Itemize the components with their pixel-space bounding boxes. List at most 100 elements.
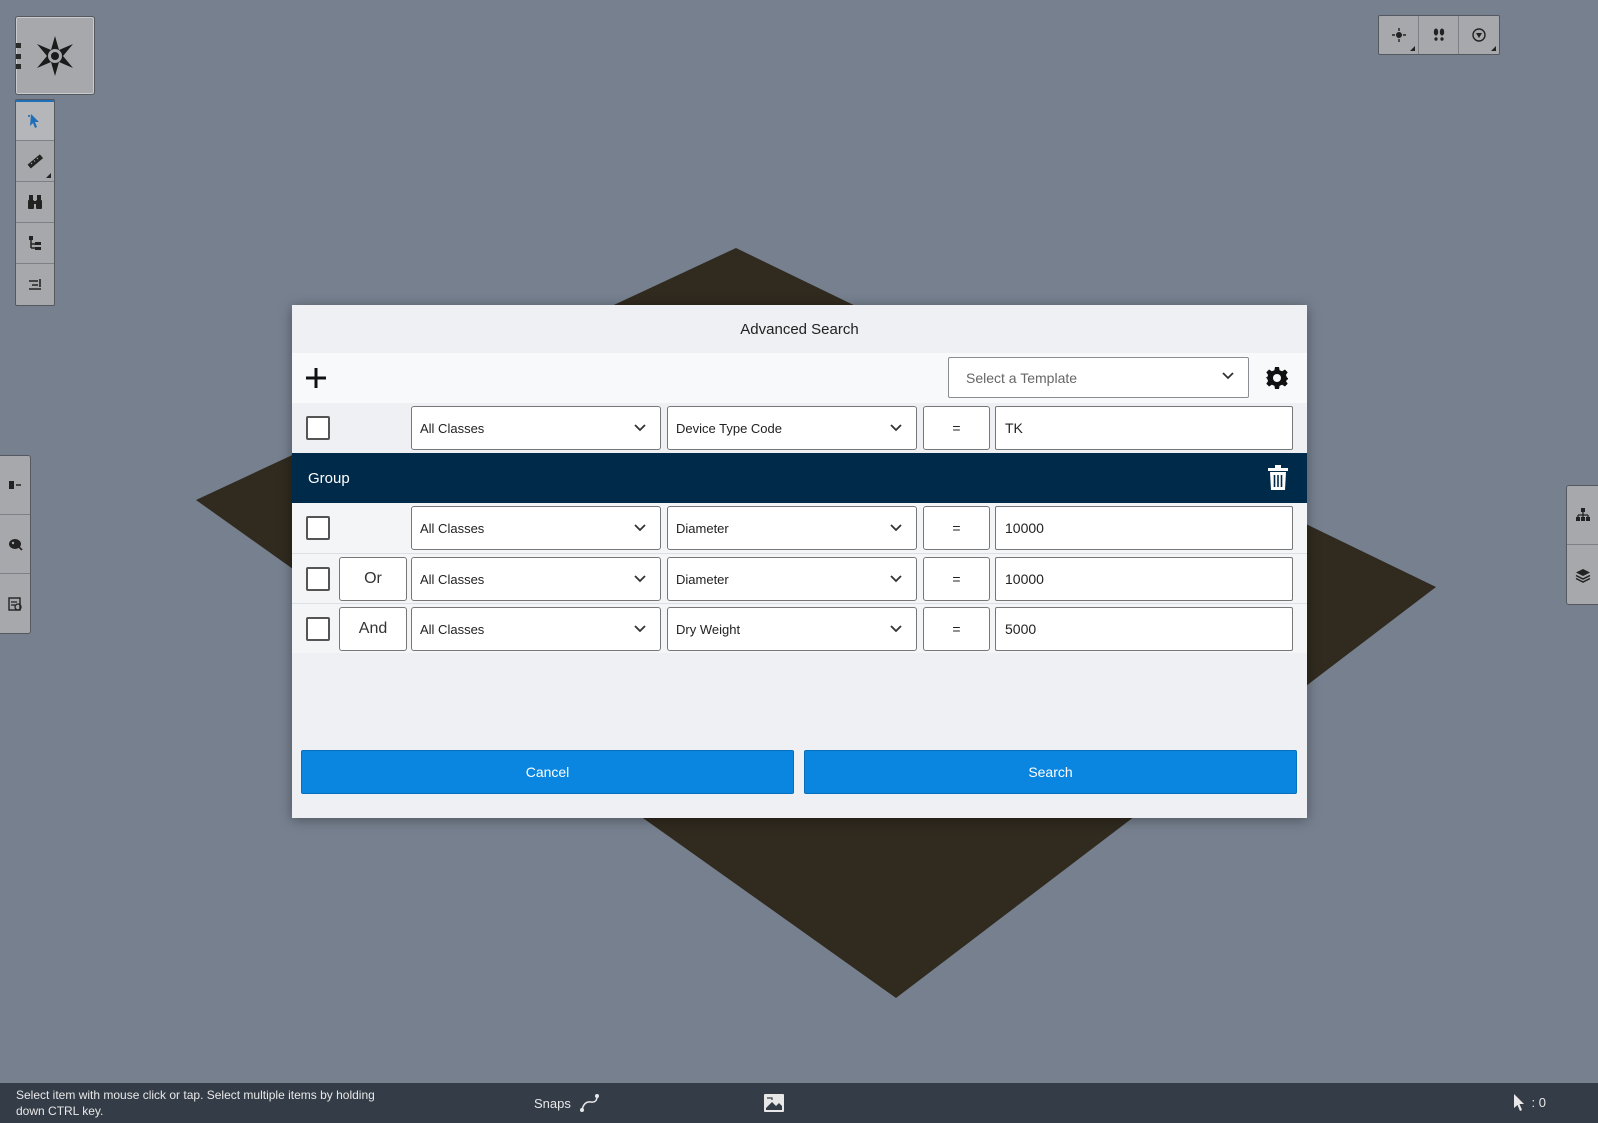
chevron-down-icon	[634, 575, 646, 583]
navigation-toolbar	[1378, 15, 1500, 55]
class-select[interactable]: All Classes	[411, 506, 661, 550]
plus-icon	[306, 368, 326, 388]
dialog-toolbar: Select a Template	[292, 353, 1307, 403]
logic-operator-button[interactable]: Or	[339, 557, 407, 601]
class-select-value: All Classes	[420, 520, 485, 536]
pan-button[interactable]	[1379, 16, 1419, 54]
search-button[interactable]: Search	[804, 750, 1297, 794]
operator-select[interactable]: =	[923, 557, 990, 601]
layers-tab[interactable]	[1567, 545, 1598, 604]
group-label: Group	[308, 469, 350, 487]
view-image-icon[interactable]	[763, 1093, 785, 1113]
group-condition-row: Or All Classes Diameter = 10000	[292, 553, 1307, 603]
main-menu-button[interactable]	[15, 16, 95, 95]
grip-handle	[16, 43, 21, 69]
row-checkbox[interactable]	[306, 567, 330, 591]
left-panel-tabs	[0, 455, 31, 634]
logic-operator-button[interactable]: And	[339, 607, 407, 651]
cursor-arrow-icon	[1513, 1094, 1524, 1111]
class-select-value: All Classes	[420, 621, 485, 637]
gear-icon	[1266, 367, 1288, 389]
orbit-button[interactable]	[1459, 16, 1499, 54]
class-select[interactable]: All Classes	[411, 557, 661, 601]
value-input[interactable]: 10000	[995, 557, 1293, 601]
class-select[interactable]: All Classes	[411, 406, 661, 450]
hierarchy-filter-icon	[29, 236, 41, 250]
left-tool-bar	[15, 99, 55, 306]
chevron-down-icon	[890, 424, 902, 432]
compass-logo-icon	[37, 35, 73, 76]
properties-tab[interactable]	[0, 574, 30, 633]
status-message: Select item with mouse click or tap. Sel…	[16, 1088, 375, 1118]
chevron-down-icon	[890, 625, 902, 633]
dialog-footer: Cancel Search	[292, 750, 1307, 818]
chevron-down-icon	[890, 524, 902, 532]
chevron-down-icon	[634, 625, 646, 633]
row-checkbox[interactable]	[306, 617, 330, 641]
walk-footprints-icon	[1433, 28, 1444, 41]
row-checkbox[interactable]	[306, 416, 330, 440]
row-checkbox[interactable]	[306, 516, 330, 540]
property-select[interactable]: Diameter	[667, 506, 917, 550]
status-bar: Select item with mouse click or tap. Sel…	[0, 1083, 1598, 1123]
panel-toggle-tab[interactable]	[0, 456, 30, 515]
group-header: Group	[292, 453, 1307, 503]
snaps-toggle[interactable]: Snaps	[534, 1093, 601, 1113]
property-select-value: Dry Weight	[676, 621, 741, 637]
tree-tab[interactable]	[1567, 486, 1598, 545]
properties-icon	[8, 596, 22, 611]
snap-curve-icon	[579, 1094, 599, 1112]
right-panel-tabs	[1566, 485, 1598, 605]
operator-select[interactable]: =	[923, 607, 990, 651]
add-condition-button[interactable]	[300, 362, 332, 394]
property-select[interactable]: Diameter	[667, 557, 917, 601]
group-condition-row: And All Classes Dry Weight = 5000	[292, 603, 1307, 653]
value-input[interactable]: 5000	[995, 607, 1293, 651]
panel-toggle-icon	[9, 481, 21, 489]
template-select[interactable]: Select a Template	[948, 357, 1249, 398]
trash-icon[interactable]	[1267, 465, 1289, 491]
list-indent-icon	[29, 278, 41, 290]
value-input[interactable]: TK	[995, 406, 1293, 450]
binoculars-icon	[28, 195, 42, 209]
template-settings-button[interactable]	[1262, 363, 1292, 393]
chevron-down-icon	[634, 424, 646, 432]
template-select-placeholder: Select a Template	[966, 369, 1078, 386]
property-select-value: Diameter	[676, 571, 729, 587]
dialog-title: Advanced Search	[740, 320, 859, 338]
tree-hierarchy-icon	[1575, 508, 1590, 521]
pan-crosshair-icon	[1391, 28, 1406, 42]
cancel-button[interactable]: Cancel	[301, 750, 794, 794]
chevron-down-icon	[890, 575, 902, 583]
list-indent-button[interactable]	[16, 264, 54, 305]
advanced-search-dialog: Advanced Search Select a Template All Cl…	[292, 305, 1307, 818]
condition-row: All Classes Device Type Code = TK	[292, 403, 1307, 453]
measure-tool-button[interactable]	[16, 141, 54, 182]
class-select-value: All Classes	[420, 571, 485, 587]
property-select[interactable]: Device Type Code	[667, 406, 917, 450]
operator-select[interactable]: =	[923, 406, 990, 450]
value-input[interactable]: 10000	[995, 506, 1293, 550]
selection-counter: : 0	[1512, 1093, 1546, 1111]
chevron-down-icon	[634, 524, 646, 532]
property-select-value: Device Type Code	[676, 420, 782, 436]
palette-icon	[9, 539, 23, 551]
property-select-value: Diameter	[676, 520, 729, 536]
layers-icon	[1575, 568, 1590, 583]
selection-count: : 0	[1531, 1094, 1546, 1110]
orbit-icon	[1472, 28, 1486, 42]
group-condition-row: All Classes Diameter = 10000	[292, 503, 1307, 553]
appearance-tab[interactable]	[0, 515, 30, 574]
hierarchy-filter-button[interactable]	[16, 223, 54, 264]
class-select-value: All Classes	[420, 420, 485, 436]
select-tool-button[interactable]	[16, 100, 54, 141]
select-pointer-icon	[28, 114, 39, 128]
operator-select[interactable]: =	[923, 506, 990, 550]
walk-button[interactable]	[1419, 16, 1459, 54]
measure-ruler-icon	[27, 154, 44, 169]
class-select[interactable]: All Classes	[411, 607, 661, 651]
chevron-down-icon	[1222, 372, 1234, 380]
property-select[interactable]: Dry Weight	[667, 607, 917, 651]
snaps-label: Snaps	[534, 1095, 571, 1111]
find-tool-button[interactable]	[16, 182, 54, 223]
